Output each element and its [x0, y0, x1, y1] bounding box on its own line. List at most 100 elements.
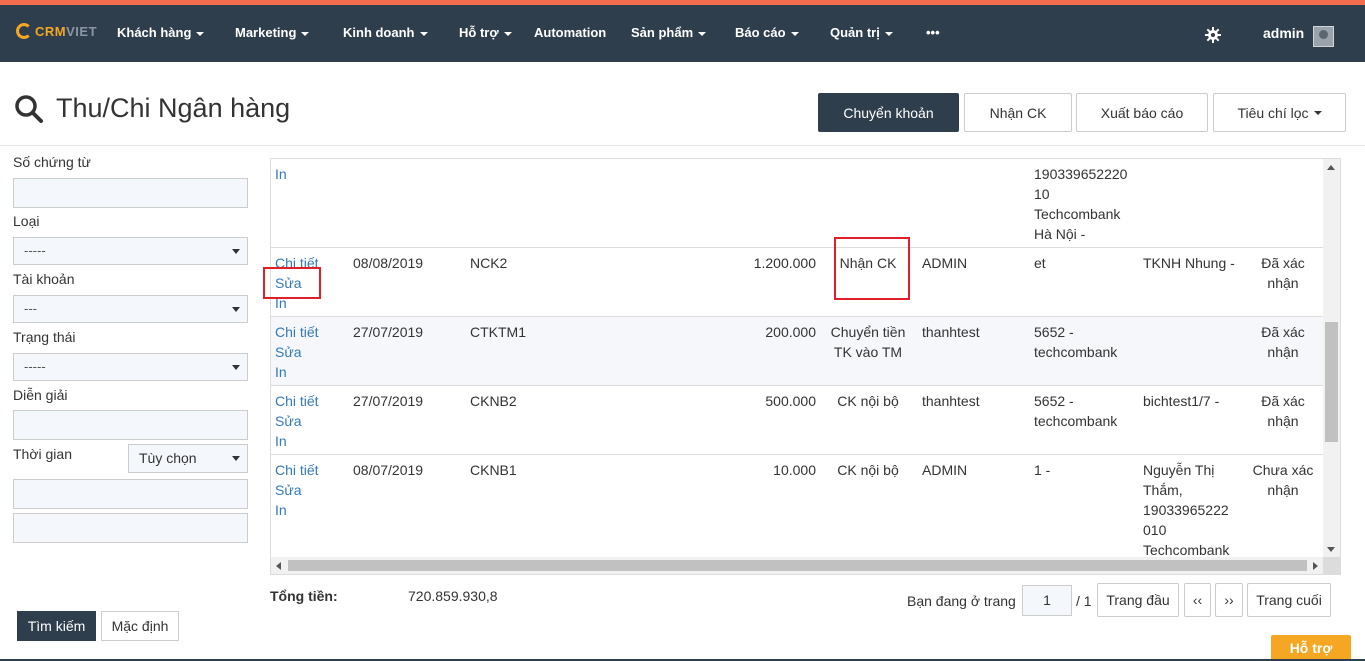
nav-item-customers[interactable]: Khách hàng: [117, 25, 205, 40]
print-link[interactable]: In: [275, 500, 319, 520]
prev-page-button[interactable]: ‹‹: [1184, 583, 1211, 617]
cell-status: Đã xác nhận: [1261, 393, 1305, 429]
detail-link[interactable]: Chi tiết: [275, 460, 319, 480]
nav-item-support[interactable]: Hỗ trợ: [459, 25, 512, 40]
nav-item-reports[interactable]: Báo cáo: [735, 25, 799, 40]
receive-transfer-button[interactable]: Nhận CK: [964, 93, 1072, 132]
export-report-button[interactable]: Xuất báo cáo: [1076, 93, 1208, 132]
cell-status: Đã xác nhận: [1261, 255, 1305, 291]
last-page-button[interactable]: Trang cuối: [1247, 583, 1331, 617]
table-row: In 190339652220 10 Techcombank Hà Nội -: [271, 159, 1324, 248]
search-button[interactable]: Tìm kiếm: [17, 611, 96, 641]
gear-icon[interactable]: [1205, 27, 1221, 43]
nav-item-more[interactable]: •••: [926, 25, 940, 40]
cell-counterpart: bichtest1/7 -: [1143, 393, 1220, 409]
support-button[interactable]: Hỗ trợ: [1271, 635, 1351, 661]
cell-user: thanhtest: [922, 393, 980, 409]
print-link[interactable]: In: [275, 431, 319, 451]
nav-item-sales[interactable]: Kinh doanh: [343, 25, 428, 40]
vertical-scrollbar[interactable]: [1323, 159, 1340, 559]
chevron-down-icon: [698, 31, 707, 36]
chevron-down-icon: [232, 456, 240, 461]
voucher-no-input[interactable]: [13, 178, 248, 208]
chevron-down-icon: [196, 31, 205, 36]
detail-link[interactable]: Chi tiết: [275, 322, 319, 342]
description-input[interactable]: [13, 410, 248, 440]
cell-counterpart: TKNH Nhung -: [1143, 255, 1235, 271]
user-name[interactable]: admin: [1263, 25, 1304, 41]
horizontal-scroll-thumb[interactable]: [288, 560, 1307, 571]
cell-amount: 10.000: [773, 462, 816, 478]
highlight-edit-box: [263, 267, 321, 299]
nav-item-label: Quản trị: [830, 25, 880, 40]
next-page-button[interactable]: ››: [1215, 583, 1243, 617]
default-button[interactable]: Mặc định: [101, 611, 179, 641]
logo-main: CRM: [35, 23, 67, 39]
print-link[interactable]: In: [275, 164, 287, 184]
type-select-value: -----: [24, 243, 46, 258]
filter-criteria-button[interactable]: Tiêu chí lọc: [1213, 93, 1346, 132]
date-to-input[interactable]: [13, 513, 248, 543]
cell-date: 08/07/2019: [353, 462, 424, 478]
cell-code: NCK2: [470, 255, 508, 271]
nav-item-label: Marketing: [235, 25, 297, 40]
chevron-down-icon: [232, 307, 240, 312]
type-select[interactable]: -----: [13, 237, 248, 265]
chevron-down-icon: [419, 31, 428, 36]
transfer-button[interactable]: Chuyển khoản: [818, 93, 959, 132]
table-row: Chi tiết Sửa In 27/07/2019 CKNB2 500.000 CK nộ…: [271, 386, 1324, 455]
page-total: / 1: [1076, 593, 1092, 609]
page-title: Thu/Chi Ngân hàng: [14, 93, 290, 124]
cell-date: 27/07/2019: [353, 393, 424, 409]
status-select[interactable]: -----: [13, 353, 248, 381]
time-select[interactable]: Tùy chọn: [128, 444, 248, 473]
chevron-down-icon: [232, 249, 240, 254]
cell-amount: 1.200.000: [753, 255, 816, 271]
scrollbar-corner: [1323, 557, 1340, 574]
description-label: Diễn giải: [13, 387, 68, 403]
chevron-down-icon: [884, 31, 893, 36]
edit-link[interactable]: Sửa: [275, 480, 319, 500]
avatar[interactable]: [1313, 26, 1334, 47]
crmviet-logo[interactable]: CRM VIET: [16, 23, 97, 39]
cell-status: Đã xác nhận: [1261, 324, 1305, 360]
nav-item-marketing[interactable]: Marketing: [235, 25, 310, 40]
chevron-down-icon: [301, 31, 310, 36]
page-number-input[interactable]: 1: [1022, 585, 1072, 616]
table-row: Chi tiết Sửa In 08/07/2019 CKNB1 10.000 CK nội…: [271, 455, 1324, 565]
cell-counterpart: Nguyễn Thị Thắm, 19033965222 010 Techcom…: [1143, 462, 1230, 558]
scroll-right-icon[interactable]: [1313, 562, 1318, 570]
cell-type: Chuyển tiền TK vào TM: [830, 324, 906, 360]
page-title-text: Thu/Chi Ngân hàng: [56, 93, 291, 123]
cell-date: 08/08/2019: [353, 255, 424, 271]
nav-item-label: Khách hàng: [117, 25, 192, 40]
cell-user: ADMIN: [922, 462, 968, 478]
cell-account: 5652 - techcombank: [1034, 324, 1118, 360]
status-label: Trạng thái: [13, 329, 76, 345]
cell-account: 5652 - techcombank: [1034, 393, 1118, 429]
edit-link[interactable]: Sửa: [275, 411, 319, 431]
nav-item-label: Sản phẩm: [631, 25, 694, 40]
cell-code: CTKTM1: [470, 324, 526, 340]
edit-link[interactable]: Sửa: [275, 342, 319, 362]
nav-item-label: Báo cáo: [735, 25, 786, 40]
print-link[interactable]: In: [275, 362, 319, 382]
table-row: Chi tiết Sửa In 08/08/2019 NCK2 1.200.000 Nhận…: [271, 248, 1324, 317]
nav-item-automation[interactable]: Automation: [534, 25, 606, 40]
account-select[interactable]: ---: [13, 295, 248, 323]
scroll-down-icon[interactable]: [1327, 547, 1335, 552]
nav-item-label: •••: [926, 25, 940, 40]
vertical-scroll-thumb[interactable]: [1325, 322, 1338, 442]
detail-link[interactable]: Chi tiết: [275, 391, 319, 411]
page-prefix: Bạn đang ở trang: [907, 593, 1016, 609]
nav-item-admin[interactable]: Quản trị: [830, 25, 893, 40]
nav-item-products[interactable]: Sản phẩm: [631, 25, 707, 40]
logo-ring-icon: [16, 23, 32, 39]
first-page-button[interactable]: Trang đầu: [1097, 583, 1179, 617]
scroll-left-icon[interactable]: [276, 562, 281, 570]
scroll-up-icon[interactable]: [1327, 165, 1335, 170]
cell-user: ADMIN: [922, 255, 968, 271]
top-navbar: CRM VIET Khách hàng Marketing Kinh doanh Hỗ …: [0, 5, 1365, 62]
date-from-input[interactable]: [13, 479, 248, 509]
horizontal-scrollbar[interactable]: [271, 557, 1324, 574]
